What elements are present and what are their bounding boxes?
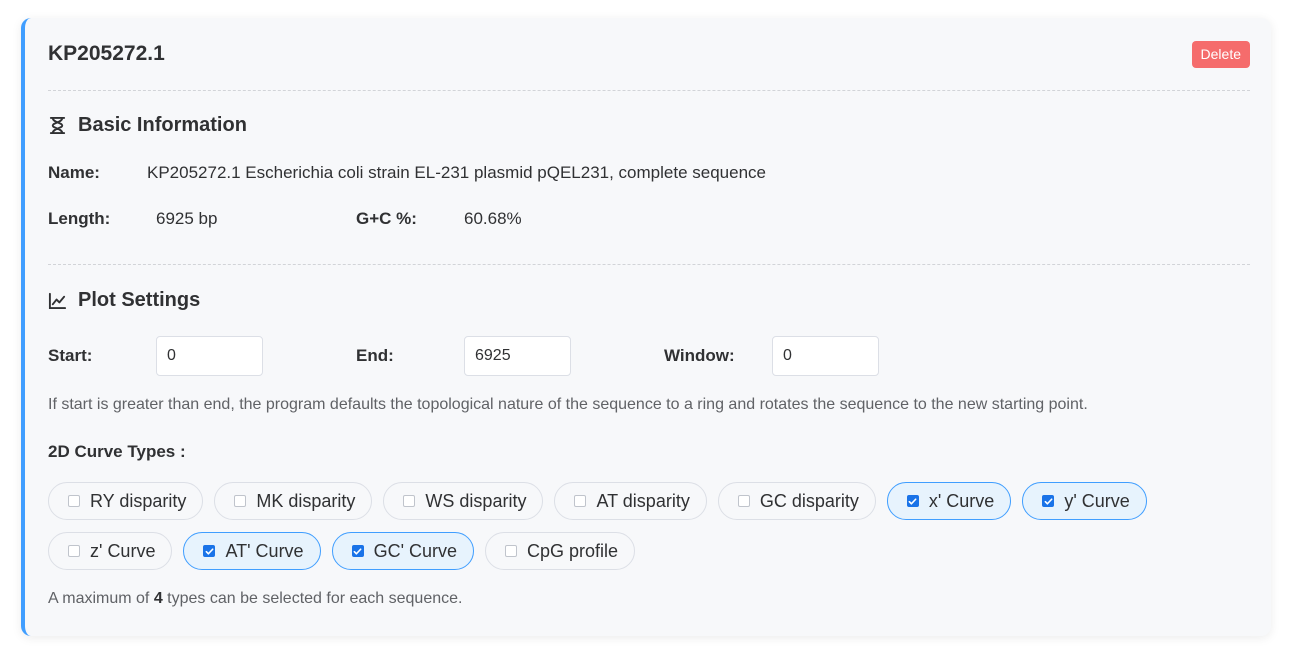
gc-value: 60.68% bbox=[464, 209, 522, 228]
checkbox-icon[interactable] bbox=[505, 545, 518, 557]
start-label: Start: bbox=[48, 346, 93, 365]
curve-type-label: GC disparity bbox=[759, 490, 859, 511]
plot-settings-heading-text: Plot Settings bbox=[78, 289, 201, 311]
max-note-suffix: types can be selected for each sequence. bbox=[162, 590, 463, 607]
end-input[interactable] bbox=[464, 336, 571, 376]
divider bbox=[48, 90, 1250, 91]
name-value: KP205272.1 Escherichia coli strain EL-23… bbox=[147, 163, 766, 182]
curve-type-label: x' Curve bbox=[928, 490, 995, 511]
length-label: Length: bbox=[48, 209, 111, 228]
range-row: Start: End: Window: bbox=[48, 336, 879, 376]
curve-type-cpg-profile[interactable]: CpG profile bbox=[485, 532, 636, 570]
basic-info-heading: Basic Information bbox=[48, 114, 247, 137]
curve-type-gc-curve[interactable]: GC' Curve bbox=[331, 532, 475, 570]
checkbox-checked-icon[interactable] bbox=[906, 495, 919, 507]
line-chart-icon bbox=[48, 292, 67, 310]
checkbox-checked-icon[interactable] bbox=[1042, 495, 1055, 507]
checkbox-icon[interactable] bbox=[574, 495, 587, 507]
name-label: Name: bbox=[48, 163, 100, 182]
basic-info-heading-text: Basic Information bbox=[78, 114, 247, 136]
curve-type-label: MK disparity bbox=[256, 490, 356, 511]
sequence-title: KP205272.1 bbox=[48, 42, 165, 65]
curve-type-label: z' Curve bbox=[90, 540, 156, 561]
checkbox-icon[interactable] bbox=[68, 545, 80, 557]
sequence-card: KP205272.1 Delete Basic Information Name… bbox=[21, 18, 1271, 636]
curve-types-row-2: z' Curve AT' Curve GC' Curve CpG profile bbox=[48, 532, 636, 570]
divider bbox=[48, 264, 1250, 265]
checkbox-icon[interactable] bbox=[403, 495, 416, 507]
curve-type-mk-disparity[interactable]: MK disparity bbox=[214, 482, 373, 520]
curve-type-label: y' Curve bbox=[1064, 490, 1130, 511]
checkbox-checked-icon[interactable] bbox=[351, 545, 364, 557]
checkbox-icon[interactable] bbox=[234, 495, 247, 507]
curve-type-ws-disparity[interactable]: WS disparity bbox=[383, 482, 544, 520]
length-row: Length: 6925 bp G+C %: 60.68% bbox=[48, 209, 522, 229]
max-types-note: A maximum of 4 types can be selected for… bbox=[48, 590, 462, 608]
window-label: Window: bbox=[664, 346, 735, 365]
curve-type-label: RY disparity bbox=[90, 490, 187, 511]
length-value: 6925 bp bbox=[156, 209, 218, 228]
curve-type-label: WS disparity bbox=[425, 490, 527, 511]
curve-type-at-disparity[interactable]: AT disparity bbox=[554, 482, 707, 520]
curve-type-label: GC' Curve bbox=[373, 540, 458, 561]
max-note-prefix: A maximum of bbox=[48, 590, 154, 607]
name-row: Name: KP205272.1 Escherichia coli strain… bbox=[48, 163, 766, 183]
gc-label: G+C %: bbox=[356, 209, 417, 228]
curve-type-at-curve[interactable]: AT' Curve bbox=[183, 532, 321, 570]
hourglass-icon bbox=[49, 116, 66, 135]
curve-type-label: AT' Curve bbox=[225, 540, 304, 561]
delete-button[interactable]: Delete bbox=[1191, 41, 1250, 68]
ring-topology-hint: If start is greater than end, the progra… bbox=[48, 396, 1088, 413]
curve-type-ry-disparity[interactable]: RY disparity bbox=[48, 482, 204, 520]
curve-type-gc-disparity[interactable]: GC disparity bbox=[717, 482, 876, 520]
curve-type-y-curve[interactable]: y' Curve bbox=[1022, 482, 1147, 520]
checkbox-icon[interactable] bbox=[68, 495, 80, 507]
window-input[interactable] bbox=[772, 336, 879, 376]
curve-type-label: CpG profile bbox=[527, 540, 619, 561]
plot-settings-heading: Plot Settings bbox=[48, 289, 200, 312]
curve-type-z-curve[interactable]: z' Curve bbox=[48, 532, 173, 570]
checkbox-icon[interactable] bbox=[737, 495, 750, 507]
end-label: End: bbox=[356, 346, 394, 365]
curve-type-label: AT disparity bbox=[596, 490, 690, 511]
checkbox-checked-icon[interactable] bbox=[203, 545, 216, 557]
curve-type-x-curve[interactable]: x' Curve bbox=[886, 482, 1012, 520]
curve-types-label: 2D Curve Types : bbox=[48, 442, 186, 461]
max-note-count: 4 bbox=[153, 590, 163, 607]
curve-types-row-1: RY disparity MK disparity WS disparity AT d… bbox=[48, 482, 1147, 520]
start-input[interactable] bbox=[156, 336, 263, 376]
